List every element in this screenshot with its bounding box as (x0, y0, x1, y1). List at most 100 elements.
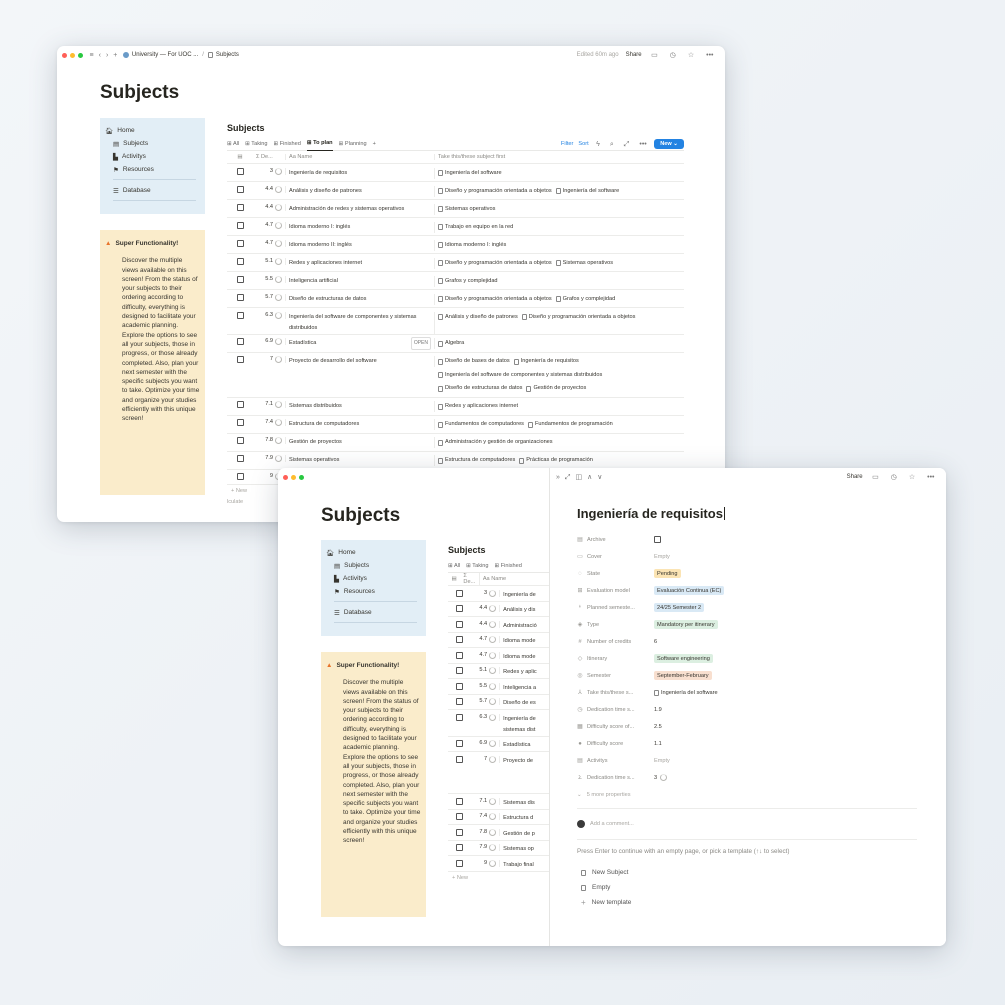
table-row[interactable]: 3 Ingeniería de requisitos Ingeniería del … (227, 164, 684, 182)
property-row[interactable]: ⍖ Planned semeste... 24/25 Semester 2 (577, 599, 917, 616)
name-cell[interactable]: Redes y aplic (500, 667, 553, 678)
search-icon[interactable]: ⌕ (610, 141, 614, 148)
table-row[interactable]: 5.1 Redes y aplic (448, 664, 553, 679)
property-row[interactable]: ◷ Dedication time s... 1.9 (577, 701, 917, 718)
prerequisites-cell[interactable]: Trabajo en equipo en la red (435, 222, 684, 236)
property-row[interactable]: ▤ Activitys Empty (577, 752, 917, 769)
table-row[interactable]: 7.1 Sistemas distribuidos Redes y aplicaci… (227, 398, 684, 416)
name-cell[interactable]: Sistemas operativos (286, 455, 435, 466)
record-title[interactable]: Ingeniería de requisitos (577, 506, 725, 521)
nav-item-database[interactable]: ☰ Database (105, 184, 200, 197)
property-value[interactable]: Software engineering (654, 654, 917, 663)
table-row[interactable]: 7.4 Estructura d (448, 810, 553, 825)
table-row[interactable]: 7.9 Sistemas op (448, 841, 553, 856)
header-name[interactable]: Aa Name (480, 576, 553, 582)
prerequisite-link[interactable]: Fundamentos de programación (527, 419, 613, 430)
table-row[interactable]: 6.3 Ingeniería del software de componente… (227, 308, 684, 335)
property-value[interactable]: 24/25 Semester 2 (654, 603, 917, 612)
table-row[interactable]: 5.1 Redes y aplicaciones internet Diseño y… (227, 254, 684, 272)
tab-to-plan[interactable]: ⊞ To plan (306, 137, 333, 151)
row-checkbox[interactable] (236, 311, 244, 319)
close-window-button[interactable] (283, 474, 288, 480)
table-row[interactable]: 7.9 Sistemas operativos Estructura de comp… (227, 452, 684, 470)
prerequisites-cell[interactable]: Algebra (435, 338, 684, 352)
prerequisite-link[interactable]: Prácticas de programación (519, 455, 593, 466)
name-cell[interactable]: Sistemas op (500, 844, 553, 855)
property-value[interactable]: 1.1 (654, 741, 917, 747)
table-row[interactable]: 4.4 Administración de redes y sistemas op… (227, 200, 684, 218)
prerequisites-cell[interactable]: Grafos y complejidad (435, 276, 684, 290)
row-checkbox[interactable] (236, 401, 244, 408)
name-cell[interactable]: Gestión de proyectos (286, 437, 435, 448)
filter-button[interactable]: Filter (561, 141, 573, 147)
table-row[interactable]: 5.7 Diseño de es (448, 695, 553, 710)
name-cell[interactable]: Ingeniería de sistemas dist (500, 714, 553, 736)
property-value[interactable]: 3 (654, 774, 917, 781)
table-row[interactable]: 4.4 Administració (448, 617, 553, 633)
minimize-window-button[interactable] (70, 52, 75, 58)
table-row[interactable]: 6.9 Estadística (448, 737, 553, 752)
table-row[interactable]: 4.4 Análisis y diseño de patrones Diseño y… (227, 182, 684, 200)
name-cell[interactable]: Análisis y dis (500, 605, 553, 616)
property-row[interactable]: ▦ Difficulty score of... 2.5 (577, 718, 917, 735)
prerequisite-link[interactable]: Estructura de computadores (438, 455, 515, 466)
property-row[interactable]: ⅄ Take this/these s... Ingeniería del soft… (577, 684, 917, 701)
tab-all[interactable]: ⊞ All (448, 563, 460, 569)
row-checkbox[interactable] (236, 239, 244, 247)
table-row[interactable]: 9 Trabajo final (448, 856, 553, 872)
template-new-template[interactable]: + New template (577, 895, 917, 910)
prerequisite-link[interactable]: Idioma moderno I: inglés (438, 240, 506, 251)
row-checkbox[interactable] (236, 356, 244, 363)
table-row[interactable]: 7 Proyecto de desarrollo del software Dise… (227, 353, 684, 398)
row-checkbox[interactable] (455, 636, 463, 643)
name-cell[interactable]: Estructura d (500, 813, 553, 824)
table-row[interactable]: 7.8 Gestión de p (448, 825, 553, 841)
row-checkbox[interactable] (455, 713, 463, 721)
prerequisites-cell[interactable]: Sistemas operativos (435, 204, 684, 218)
table-row[interactable]: 5.5 Inteligencia artificial Grafos y compl… (227, 272, 684, 290)
add-icon[interactable]: + (113, 52, 117, 59)
prerequisites-cell[interactable]: Administración y gestión de organizacion… (435, 437, 684, 451)
property-value[interactable]: 2.5 (654, 724, 917, 730)
row-checkbox[interactable] (236, 455, 244, 462)
name-cell[interactable]: Proyecto de (500, 756, 553, 767)
property-row[interactable]: ● Difficulty score 1.1 (577, 735, 917, 752)
prerequisite-link[interactable]: Trabajo en equipo en la red (438, 222, 513, 233)
property-value[interactable]: Empty (654, 554, 917, 560)
close-peek-icon[interactable]: » (556, 474, 560, 481)
open-button[interactable]: OPEN (410, 337, 431, 350)
comment-icon[interactable]: ▭ (651, 52, 658, 59)
table-row[interactable]: 4.4 Análisis y dis (448, 602, 553, 617)
breadcrumb-workspace[interactable]: University — For UOC ... (132, 52, 198, 58)
row-checkbox[interactable] (236, 203, 244, 211)
expand-icon[interactable]: ⤢ (565, 474, 571, 481)
row-checkbox[interactable] (236, 185, 244, 193)
prerequisites-cell[interactable]: Fundamentos de computadores Fundamentos d… (435, 419, 684, 433)
prerequisite-link[interactable]: Diseño y programación orientada a objeto… (521, 312, 635, 323)
back-icon[interactable]: ‹ (99, 52, 101, 59)
name-cell[interactable]: Idioma moderno II: inglés (286, 239, 435, 251)
nav-item-resources[interactable]: ⚑ Resources (105, 163, 200, 176)
nav-home[interactable]: 🏠︎ Home (105, 124, 200, 137)
property-value[interactable] (654, 536, 917, 543)
property-row[interactable]: Σ Dedication time s... 3 (577, 769, 917, 786)
row-checkbox[interactable] (455, 740, 463, 747)
nav-item-activitys[interactable]: ▙ Activitys (326, 572, 421, 585)
header-prerequisites[interactable]: Take this/these subject first (435, 154, 684, 160)
name-cell[interactable]: Proyecto de desarrollo del software (286, 356, 435, 367)
name-cell[interactable]: Trabajo final (500, 860, 553, 871)
prerequisite-link[interactable]: Análisis y diseño de patrones (438, 312, 518, 323)
menu-icon[interactable]: ≡ (90, 52, 94, 59)
property-value[interactable]: Mandatory per itinerary (654, 620, 917, 629)
prerequisites-cell[interactable]: Análisis y diseño de patrones Diseño y pr… (435, 312, 684, 326)
row-checkbox[interactable] (236, 167, 244, 175)
clock-icon[interactable]: ◷ (891, 474, 897, 481)
row-checkbox[interactable] (455, 698, 463, 705)
name-cell[interactable]: Idioma moderno I: inglés (286, 221, 435, 233)
name-cell[interactable]: Inteligencia artificial (286, 275, 435, 287)
row-checkbox[interactable] (455, 605, 463, 612)
tab-taking[interactable]: ⊞ Taking (245, 141, 267, 147)
row-checkbox[interactable] (455, 667, 463, 674)
template-new-subject[interactable]: New Subject (577, 865, 917, 880)
table-row[interactable]: 4.7 Idioma mode (448, 633, 553, 648)
